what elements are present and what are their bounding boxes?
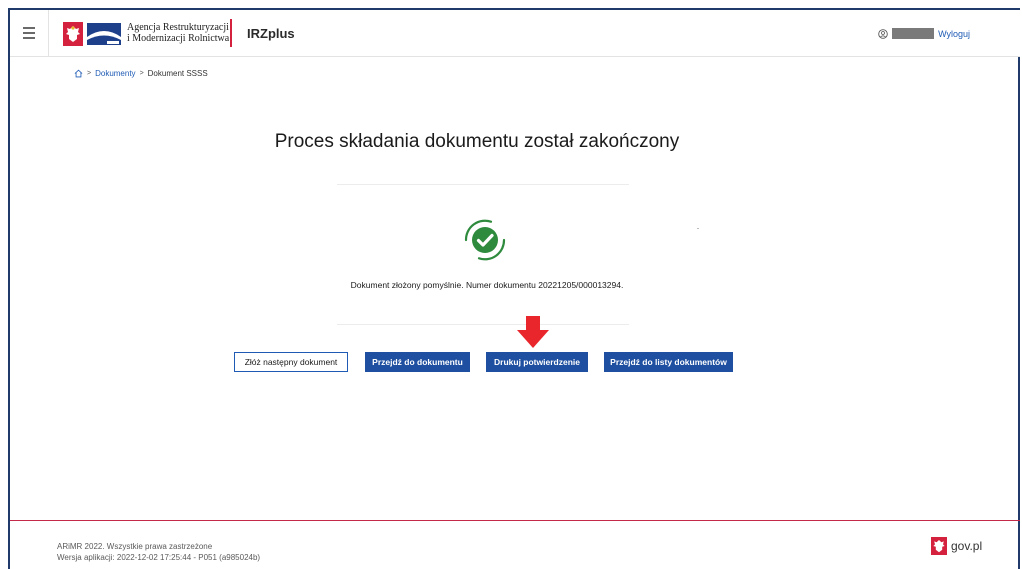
decorative-dot [697,228,699,229]
divider-bottom [337,324,629,325]
gov-pl-link[interactable]: gov.pl [931,537,982,555]
success-message-text: Dokument złożony pomyślnie. Numer dokume… [350,280,624,290]
print-confirmation-button[interactable]: Drukuj potwierdzenie [486,352,588,372]
success-check-icon [464,219,506,261]
arimr-logo [87,23,121,45]
top-header: Agencja Restrukturyzacji i Modernizacji … [10,10,1020,57]
footer-copyright: ARiMR 2022. Wszystkie prawa zastrzeżone [57,542,213,551]
success-message: Dokument złożony pomyślnie. Numer dokume… [0,280,1022,290]
user-icon [878,28,888,39]
user-name-redacted [892,28,935,39]
divider-top [337,184,629,185]
gov-pl-label: gov.pl [951,539,983,553]
header-separator [230,19,232,47]
hamburger-icon[interactable] [10,10,49,56]
logout-link[interactable]: Wyloguj [938,29,970,39]
breadcrumb-separator: > [87,70,92,77]
agency-name-line2: i Modernizacji Rolnictwa [127,33,230,44]
footer-version: Wersja aplikacji: 2022-12-02 17:25:44 - … [57,553,261,562]
go-to-document-button[interactable]: Przejdź do dokumentu [365,352,470,372]
poland-emblem-icon [63,22,83,46]
red-arrow-down-icon [517,316,549,348]
poland-emblem-icon [931,537,947,555]
footer-info: ARiMR 2022. Wszystkie prawa zastrzeżone … [57,541,260,563]
breadcrumb-separator: > [139,70,144,77]
user-area: Wyloguj [878,28,970,39]
page-title-text: Proces składania dokumentu został zakońc… [274,131,680,152]
footer-divider [10,520,1020,521]
page-title: Proces składania dokumentu został zakońc… [0,131,1022,153]
agency-name: Agencja Restrukturyzacji i Modernizacji … [127,22,229,44]
submit-next-document-button[interactable]: Złóż następny dokument [234,352,348,372]
app-name: IRZplus [247,26,295,41]
home-icon[interactable] [74,69,83,78]
go-to-documents-list-button[interactable]: Przejdź do listy dokumentów [604,352,733,372]
breadcrumb-item-current: Dokument SSSS [147,69,208,78]
breadcrumb: > Dokumenty > Dokument SSSS [74,69,208,78]
agency-name-line1: Agencja Restrukturyzacji [127,22,229,33]
breadcrumb-item-dokumenty[interactable]: Dokumenty [95,69,135,78]
